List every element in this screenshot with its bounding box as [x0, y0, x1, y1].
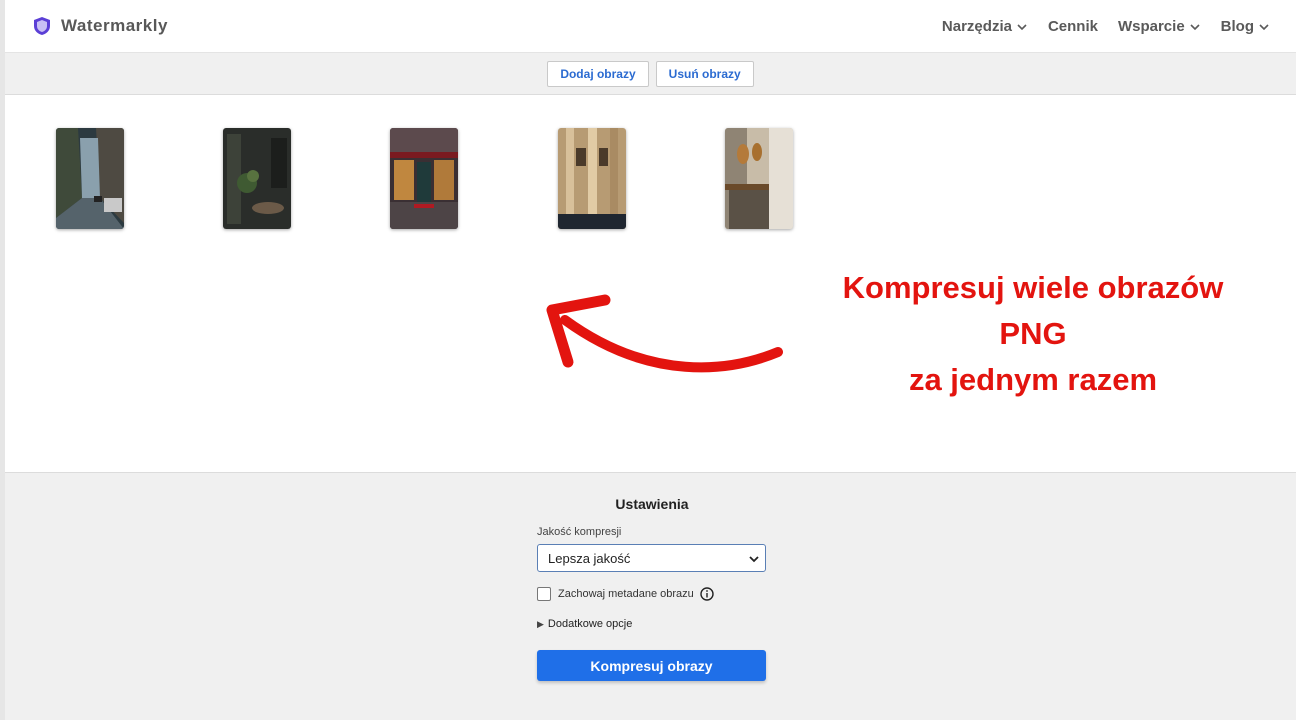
promo-annotation: Kompresuj wiele obrazów PNG za jednym ra… [783, 265, 1283, 403]
nav-label: Narzędzia [941, 18, 1012, 35]
more-options-label: Dodatkowe opcje [547, 618, 633, 630]
nav-label: Cennik [1047, 18, 1098, 35]
shop-front-photo [390, 128, 458, 229]
kitchen-interior-photo [725, 128, 793, 229]
image-gallery: Kompresuj wiele obrazów PNG za jednym ra… [5, 95, 1296, 473]
settings-panel: Ustawienia Jakość kompresji Lepsza jakoś… [5, 473, 1296, 720]
nav-item-cennik[interactable]: Cennik [1048, 18, 1098, 35]
compress-button[interactable]: Kompresuj obrazy [537, 650, 766, 681]
image-thumbnail[interactable] [558, 128, 626, 229]
metadata-option: Zachowaj metadane obrazu [537, 587, 714, 601]
nav-label: Blog [1220, 18, 1254, 35]
settings-title: Ustawienia [615, 496, 689, 512]
street-photo [56, 128, 124, 229]
nav-item-wsparcie[interactable]: Wsparcie [1118, 18, 1201, 35]
image-thumbnail[interactable] [390, 128, 458, 229]
building-facade-photo [558, 128, 626, 229]
more-options-toggle[interactable]: ▶ Dodatkowe opcje [537, 618, 632, 630]
metadata-checkbox[interactable] [537, 587, 551, 601]
chevron-down-icon [1190, 23, 1200, 30]
quality-label: Jakość kompresji [537, 526, 622, 538]
chevron-down-icon [1259, 23, 1269, 30]
nav-label: Wsparcie [1117, 18, 1185, 35]
promo-line: za jednym razem [908, 362, 1158, 397]
image-thumbnail[interactable] [725, 128, 793, 229]
toolbar: Dodaj obrazy Usuń obrazy [5, 53, 1296, 95]
image-thumbnail[interactable] [223, 128, 291, 229]
cafe-interior-photo [223, 128, 291, 229]
nav-item-blog[interactable]: Blog [1221, 18, 1270, 35]
chevron-down-icon [1017, 23, 1027, 30]
shield-logo-icon [34, 17, 50, 35]
remove-images-button[interactable]: Usuń obrazy [655, 60, 754, 87]
nav-item-narzedzia[interactable]: Narzędzia [942, 18, 1028, 35]
logo[interactable]: Watermarkly [33, 16, 168, 36]
red-arrow-annotation [546, 294, 783, 373]
info-icon[interactable] [700, 587, 714, 601]
promo-line: Kompresuj wiele obrazów [842, 270, 1224, 305]
add-images-button[interactable]: Dodaj obrazy [547, 60, 649, 87]
chevron-down-icon [749, 556, 759, 563]
image-thumbnail[interactable] [56, 128, 124, 229]
quality-select[interactable]: Lepsza jakość [537, 544, 766, 572]
site-header: Watermarkly Narzędzia Cennik Wsparcie Bl… [5, 0, 1296, 53]
promo-line: PNG [999, 316, 1067, 351]
metadata-label: Zachowaj metadane obrazu [558, 588, 694, 600]
quality-select-value: Lepsza jakość [548, 550, 631, 566]
triangle-right-icon: ▶ [537, 618, 544, 629]
brand-name: Watermarkly [61, 16, 168, 35]
main-nav: Narzędzia Cennik Wsparcie Blog [942, 0, 1270, 53]
